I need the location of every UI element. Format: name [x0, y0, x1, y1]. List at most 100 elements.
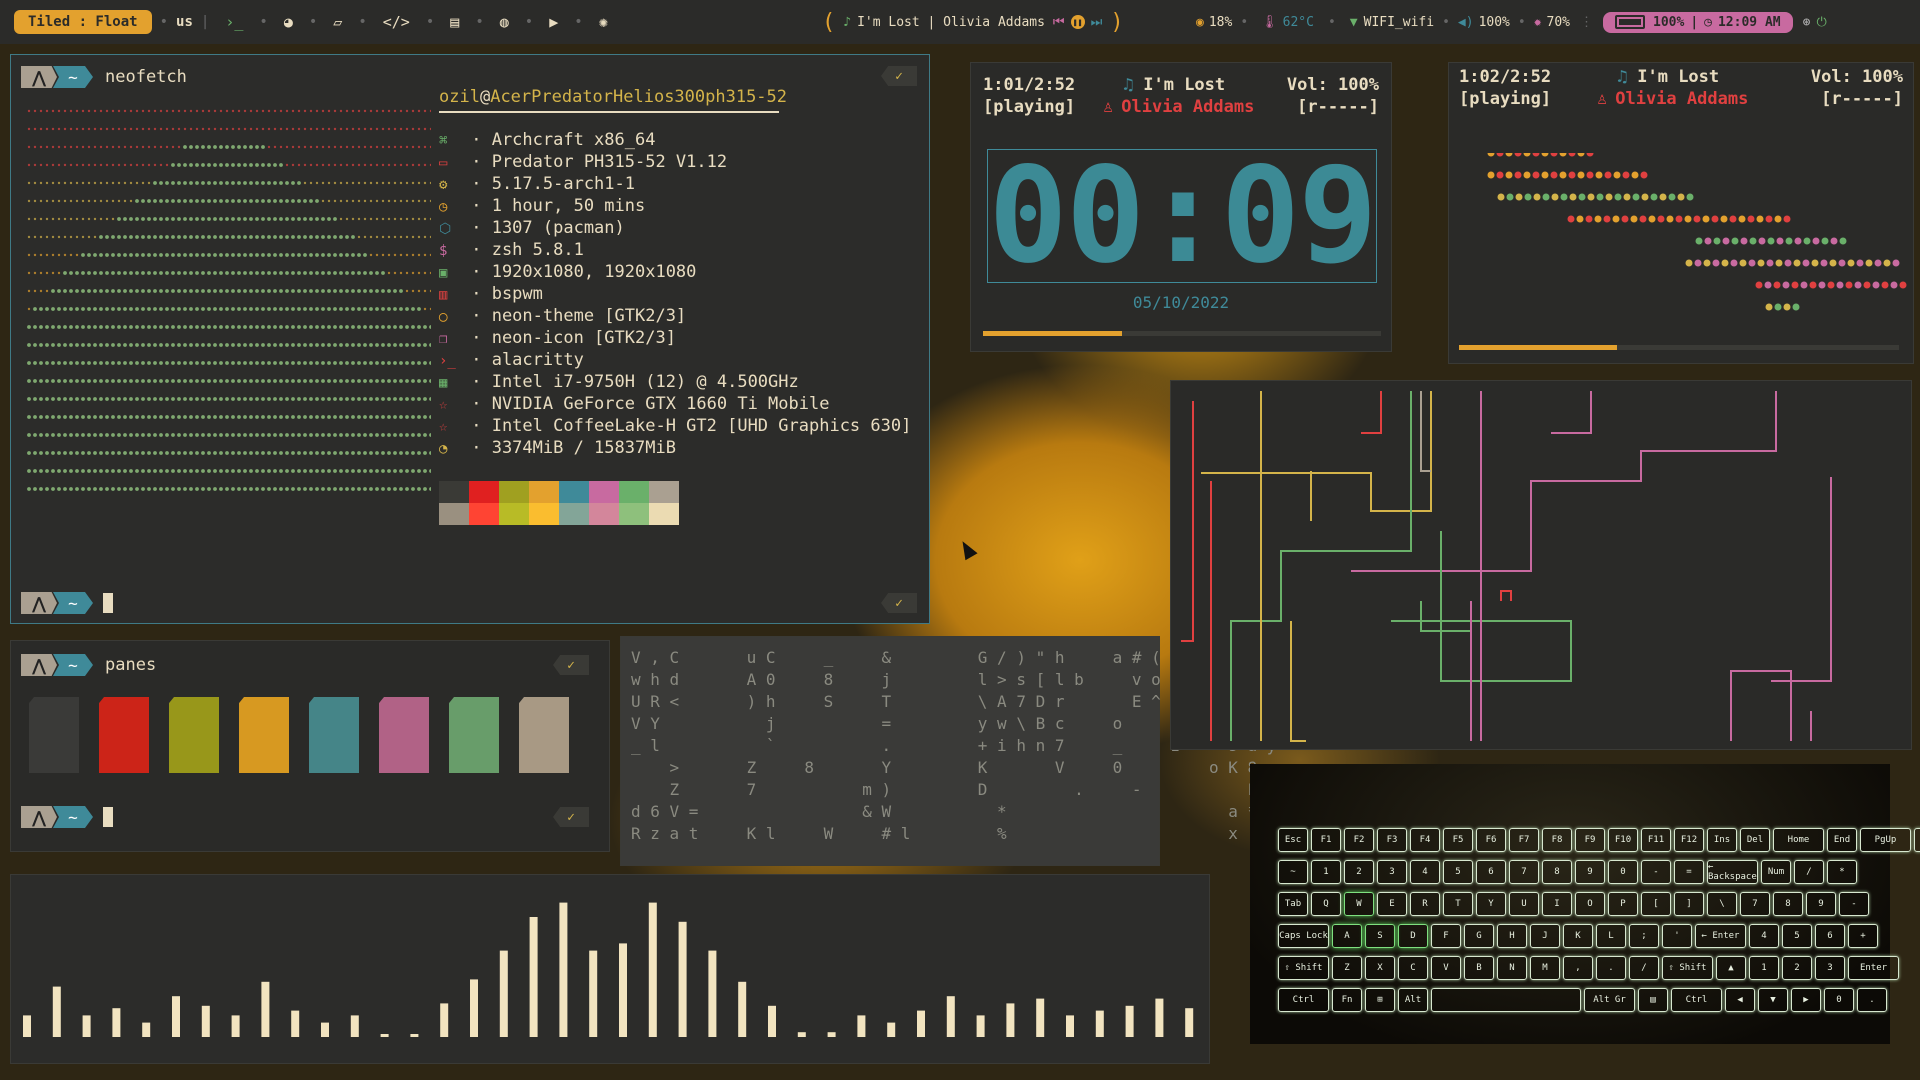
ascii-dot [129, 451, 133, 455]
visualizer-dot [1648, 215, 1656, 223]
ascii-dot [237, 343, 241, 347]
ascii-dot [153, 325, 157, 329]
visualizer-dot [1666, 215, 1674, 223]
ascii-dot [417, 145, 421, 149]
ascii-dot [159, 307, 163, 311]
ascii-dot [303, 217, 307, 221]
keyboard-key: F3 [1377, 828, 1407, 852]
ascii-dot [399, 343, 403, 347]
battery-clock-pill[interactable]: 100% | ◷ 12:09 AM [1603, 11, 1793, 33]
prev-icon[interactable]: ⏮ [1053, 15, 1065, 30]
ascii-dot [39, 433, 43, 437]
ascii-dot [195, 433, 199, 437]
volume-value[interactable]: 100% [1479, 15, 1510, 30]
ascii-dot [327, 235, 331, 239]
ascii-dot [267, 109, 271, 113]
music-player-2[interactable]: 1:02/2:52 [playing] ♫ I'm Lost ♙ Olivia Ad… [1448, 62, 1914, 364]
ascii-dot [45, 487, 49, 491]
ascii-dot [387, 469, 391, 473]
ascii-dot [165, 343, 169, 347]
ascii-dot [27, 397, 31, 401]
layout-tag[interactable]: Tiled : Float [14, 10, 152, 34]
ascii-dot [93, 235, 97, 239]
pause-icon[interactable]: ❚❚ [1070, 15, 1085, 29]
volume-bar[interactable]: [r-----] [1297, 97, 1379, 117]
ascii-dot [291, 451, 295, 455]
ascii-dot [249, 289, 253, 293]
neofetch-terminal[interactable]: ⋀ ~ neofetch ✓ ozil@AcerPredatorHelios30… [10, 54, 930, 624]
info-text: · Archcraft x86_64 [461, 130, 656, 150]
ascii-dot [429, 343, 431, 347]
pipe-segment [1551, 391, 1592, 434]
settings-icon[interactable]: ✺ [599, 13, 608, 31]
ascii-dot [195, 235, 199, 239]
text-cursor[interactable] [103, 807, 113, 827]
ascii-dot [417, 181, 421, 185]
wifi-value[interactable]: WIFI_wifi [1364, 15, 1434, 30]
ascii-dot [243, 253, 247, 257]
ascii-dot [189, 109, 193, 113]
keyboard-layout[interactable]: us [176, 14, 193, 30]
firefox-icon[interactable]: ◕ [284, 13, 293, 31]
ascii-dot [381, 325, 385, 329]
ascii-dot [351, 361, 355, 365]
ascii-dot [201, 289, 205, 293]
folder-icon[interactable]: ▱ [333, 13, 342, 31]
matrix-terminal[interactable]: V , C u C _ & G / ) " h a # (w h d A 0 8… [620, 636, 1276, 866]
notes-icon[interactable]: ▤ [450, 13, 459, 31]
ascii-dot [135, 451, 139, 455]
ascii-dot [177, 415, 181, 419]
now-playing-module[interactable]: ( ♪ I'm Lost | Olivia Addams ⏮ ❚❚ ⏭ ) [822, 10, 1124, 35]
visualizer-bar [52, 986, 61, 1037]
youtube-icon[interactable]: ▶ [549, 13, 558, 31]
ascii-dot [357, 181, 361, 185]
ascii-dot [81, 253, 85, 257]
ascii-dot [363, 451, 367, 455]
ascii-dot [333, 469, 337, 473]
music-player-1[interactable]: 1:01/2:52 [playing] ♫ I'm Lost ♙ Olivia Ad… [970, 62, 1392, 352]
ascii-dot [225, 307, 229, 311]
music-note-icon: ♫ [1123, 75, 1134, 95]
ascii-dot [51, 109, 55, 113]
ascii-dot [399, 271, 403, 275]
code-icon[interactable]: </> [383, 13, 410, 31]
ascii-dot [57, 433, 61, 437]
ascii-dot [81, 145, 85, 149]
ascii-dot [417, 271, 421, 275]
visualizer-dot [1657, 215, 1665, 223]
ascii-dot [87, 271, 91, 275]
visualizer-dot [1524, 193, 1532, 201]
ascii-dot [213, 127, 217, 131]
ascii-dot [393, 253, 397, 257]
lock-icon[interactable]: ⊛ [1803, 15, 1811, 30]
pipes-terminal[interactable] [1170, 380, 1912, 750]
panes-terminal[interactable]: ⋀ ~ panes ✓ ⋀ ~ ✓ [10, 640, 610, 852]
brightness-value[interactable]: 70% [1547, 15, 1570, 30]
terminal-icon[interactable]: ›_ [225, 13, 243, 31]
pane-swatch [449, 697, 499, 773]
ascii-dot [45, 271, 49, 275]
next-icon[interactable]: ⏭ [1091, 15, 1103, 30]
visualizer-bar [648, 902, 657, 1037]
chat-icon[interactable]: ◍ [500, 13, 509, 31]
info-icon: ▦ [439, 375, 448, 391]
ascii-dot [363, 163, 367, 167]
ascii-dot [195, 379, 199, 383]
ascii-dot [99, 397, 103, 401]
ascii-dot [411, 235, 415, 239]
ascii-dot [135, 199, 139, 203]
ascii-dot [411, 469, 415, 473]
keyboard-key: PgUp [1860, 828, 1911, 852]
power-icon[interactable]: ⏻ [1816, 15, 1826, 30]
ascii-dot [423, 235, 427, 239]
ascii-dot [27, 379, 31, 383]
ascii-dot [405, 145, 409, 149]
progress-track[interactable] [983, 331, 1381, 336]
text-cursor[interactable] [103, 593, 113, 613]
ascii-dot [177, 487, 181, 491]
volume-bar[interactable]: [r-----] [1821, 89, 1903, 109]
ascii-dot [417, 379, 421, 383]
progress-track[interactable] [1459, 345, 1899, 350]
ascii-dot [177, 469, 181, 473]
visualizer-bar [678, 921, 687, 1037]
